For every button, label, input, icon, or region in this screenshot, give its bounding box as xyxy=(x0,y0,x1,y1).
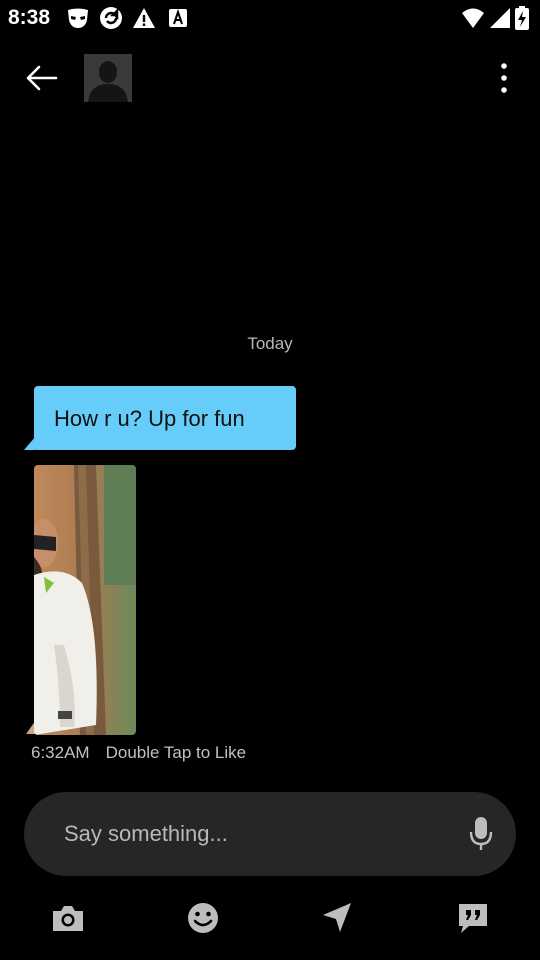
location-send-icon[interactable] xyxy=(319,900,355,936)
message-bubble[interactable]: How r u? Up for fun xyxy=(34,386,296,450)
saved-phrases-icon[interactable] xyxy=(455,900,491,936)
microphone-icon[interactable] xyxy=(468,816,494,852)
avatar[interactable] xyxy=(84,54,132,102)
status-bar: 8:38 xyxy=(0,0,540,36)
emoji-icon[interactable] xyxy=(185,900,221,936)
profile-silhouette-icon xyxy=(84,54,132,102)
warning-icon xyxy=(133,8,155,28)
message-meta: 6:32AM Double Tap to Like xyxy=(31,743,246,763)
cell-signal-icon xyxy=(490,8,510,28)
font-app-icon xyxy=(169,8,187,27)
more-options-icon[interactable] xyxy=(490,60,518,96)
camera-icon[interactable] xyxy=(50,900,86,936)
wifi-icon xyxy=(462,8,484,28)
chat-toolbar xyxy=(0,894,540,944)
message-photo[interactable] xyxy=(34,465,136,735)
status-time: 8:38 xyxy=(8,6,51,29)
photo-image xyxy=(34,465,136,735)
back-arrow-icon[interactable] xyxy=(22,60,62,96)
message-composer xyxy=(24,792,516,876)
chat-header xyxy=(0,40,540,116)
grindr-mask-icon xyxy=(68,8,88,28)
date-separator: Today xyxy=(247,334,293,353)
message-time: 6:32AM xyxy=(31,743,90,762)
double-tap-hint: Double Tap to Like xyxy=(105,743,247,762)
sync-icon xyxy=(100,7,122,29)
message-input[interactable] xyxy=(64,814,444,854)
battery-charging-icon xyxy=(515,6,529,30)
